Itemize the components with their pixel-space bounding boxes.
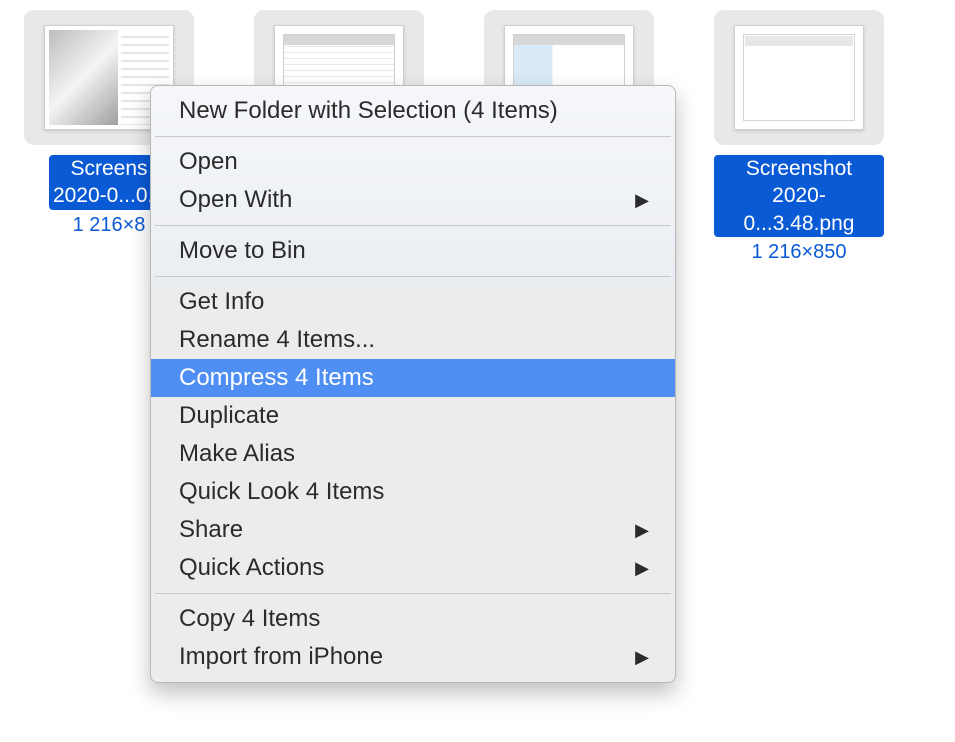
submenu-arrow-icon: ▶ bbox=[635, 558, 649, 579]
file-dimensions: 1 216×8 bbox=[73, 214, 146, 237]
menu-label: Open With bbox=[179, 186, 292, 214]
menu-label: Import from iPhone bbox=[179, 643, 383, 671]
menu-open-with[interactable]: Open With ▶ bbox=[151, 181, 675, 219]
menu-rename[interactable]: Rename 4 Items... bbox=[151, 321, 675, 359]
submenu-arrow-icon: ▶ bbox=[635, 647, 649, 668]
menu-import-from-iphone[interactable]: Import from iPhone ▶ bbox=[151, 638, 675, 676]
menu-separator bbox=[155, 136, 671, 137]
menu-quick-look[interactable]: Quick Look 4 Items bbox=[151, 473, 675, 511]
menu-compress[interactable]: Compress 4 Items bbox=[151, 359, 675, 397]
menu-move-to-bin[interactable]: Move to Bin bbox=[151, 232, 675, 270]
menu-copy[interactable]: Copy 4 Items bbox=[151, 600, 675, 638]
menu-label: Quick Look 4 Items bbox=[179, 478, 384, 506]
menu-share[interactable]: Share ▶ bbox=[151, 511, 675, 549]
menu-make-alias[interactable]: Make Alias bbox=[151, 435, 675, 473]
menu-label: Open bbox=[179, 148, 238, 176]
menu-separator bbox=[155, 593, 671, 594]
file-name-label: Screenshot 2020-0...3.48.png bbox=[714, 155, 884, 237]
menu-open[interactable]: Open bbox=[151, 143, 675, 181]
menu-label: Duplicate bbox=[179, 402, 279, 430]
context-menu: New Folder with Selection (4 Items) Open… bbox=[150, 85, 676, 683]
menu-duplicate[interactable]: Duplicate bbox=[151, 397, 675, 435]
file-thumbnail bbox=[714, 10, 884, 145]
menu-label: Quick Actions bbox=[179, 554, 324, 582]
menu-label: Rename 4 Items... bbox=[179, 326, 375, 354]
menu-label: New Folder with Selection (4 Items) bbox=[179, 97, 558, 125]
menu-get-info[interactable]: Get Info bbox=[151, 283, 675, 321]
menu-quick-actions[interactable]: Quick Actions ▶ bbox=[151, 549, 675, 587]
thumbnail-icon bbox=[734, 25, 864, 130]
menu-label: Compress 4 Items bbox=[179, 364, 374, 392]
menu-label: Move to Bin bbox=[179, 237, 306, 265]
file-item[interactable]: Screenshot 2020-0...3.48.png 1 216×850 bbox=[714, 10, 884, 264]
menu-label: Copy 4 Items bbox=[179, 605, 320, 633]
menu-separator bbox=[155, 276, 671, 277]
submenu-arrow-icon: ▶ bbox=[635, 190, 649, 211]
menu-label: Make Alias bbox=[179, 440, 295, 468]
file-dimensions: 1 216×850 bbox=[751, 241, 846, 264]
menu-label: Share bbox=[179, 516, 243, 544]
menu-label: Get Info bbox=[179, 288, 264, 316]
menu-separator bbox=[155, 225, 671, 226]
menu-new-folder-with-selection[interactable]: New Folder with Selection (4 Items) bbox=[151, 92, 675, 130]
submenu-arrow-icon: ▶ bbox=[635, 520, 649, 541]
